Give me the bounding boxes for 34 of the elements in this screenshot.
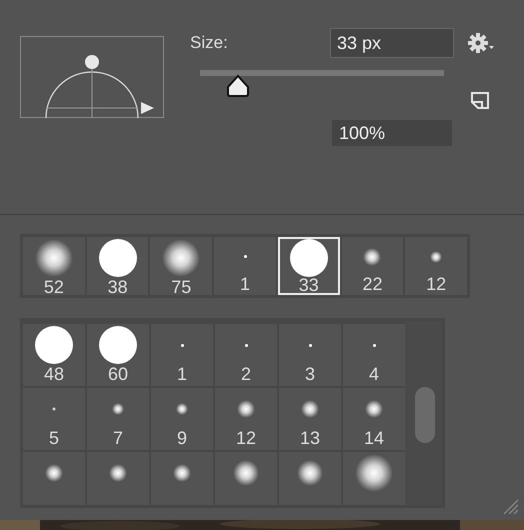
brush-preset[interactable]: 1	[151, 324, 213, 386]
brush-preset[interactable]	[279, 452, 341, 505]
brush-preset[interactable]: 14	[343, 388, 405, 450]
brush-preset[interactable]: 22	[342, 237, 404, 295]
brush-preset[interactable]: 1	[214, 237, 276, 295]
page-corner-icon[interactable]	[470, 90, 490, 110]
brush-preset[interactable]: 52	[23, 237, 85, 295]
brush-preset[interactable]: 60	[87, 324, 149, 386]
scrollbar-thumb[interactable]	[415, 387, 435, 443]
brush-preset[interactable]: 38	[86, 237, 148, 295]
size-field[interactable]: 33 px	[330, 28, 454, 58]
slider-thumb[interactable]	[226, 74, 250, 98]
brush-preset[interactable]: 48	[23, 324, 85, 386]
brush-angle-drawing[interactable]	[20, 36, 164, 118]
hardness-field[interactable]: 100%	[332, 120, 452, 146]
brush-preset[interactable]	[215, 452, 277, 505]
brush-preset[interactable]: 5	[23, 388, 85, 450]
brush-preset[interactable]	[87, 452, 149, 505]
size-label: Size:	[190, 33, 229, 53]
brush-preset[interactable]: 9	[151, 388, 213, 450]
brush-preset[interactable]: 7	[87, 388, 149, 450]
brush-preset[interactable]: 3	[279, 324, 341, 386]
brush-preset[interactable]: 4	[343, 324, 405, 386]
resize-grip-icon[interactable]	[502, 498, 518, 514]
brush-preset[interactable]: 33	[278, 237, 340, 295]
brush-preset[interactable]: 75	[150, 237, 212, 295]
brush-preset[interactable]: 2	[215, 324, 277, 386]
brush-preset[interactable]: 13	[279, 388, 341, 450]
brush-preset[interactable]	[151, 452, 213, 505]
brush-preset[interactable]: 12	[405, 237, 468, 295]
brush-preset[interactable]	[343, 452, 405, 505]
brush-preset[interactable]	[23, 452, 85, 505]
brush-preset[interactable]: 12	[215, 388, 277, 450]
settings-icon[interactable]	[468, 32, 496, 54]
